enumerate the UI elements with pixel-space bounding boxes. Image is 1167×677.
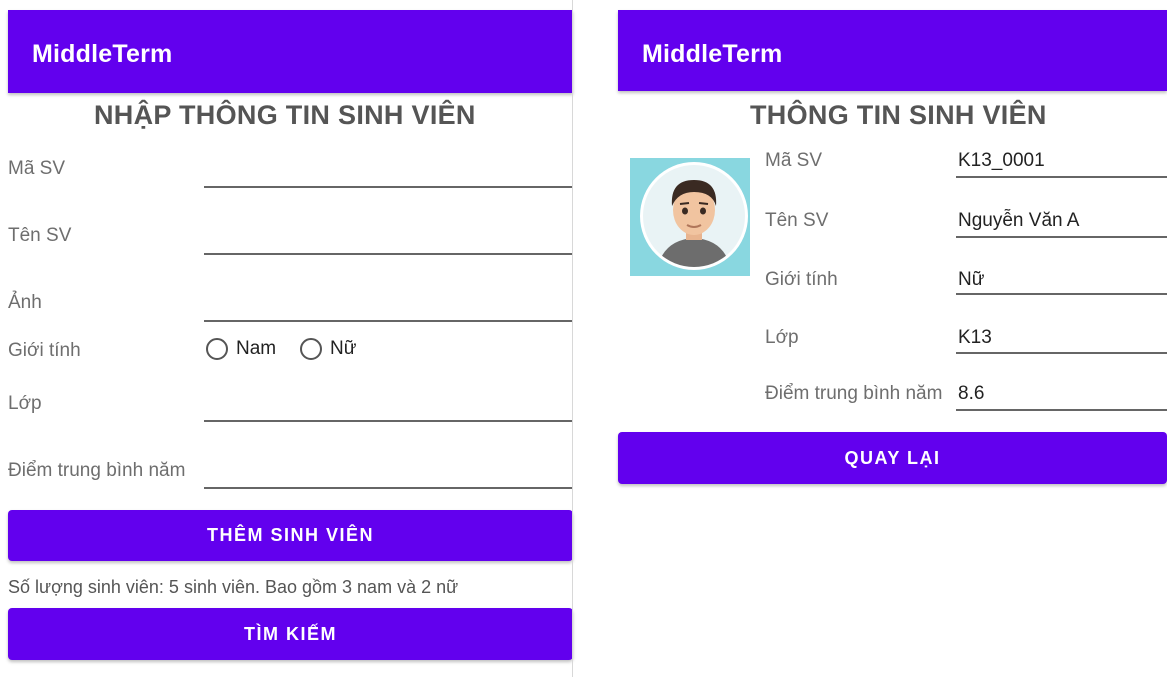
ten-sv-value: Nguyễn Văn A bbox=[958, 210, 1080, 231]
radio-circle-icon bbox=[300, 338, 322, 360]
ma-sv-input[interactable] bbox=[204, 186, 573, 188]
gioi-tinh-label: Giới tính bbox=[8, 340, 81, 361]
student-detail-screen: MiddleTerm THÔNG TIN SINH VIÊN Mã SV K13… bbox=[618, 0, 1167, 677]
gioi-tinh-label: Giới tính bbox=[765, 269, 838, 290]
diem-tb-value: 8.6 bbox=[958, 383, 985, 404]
input-student-screen: MiddleTerm NHẬP THÔNG TIN SINH VIÊN Mã S… bbox=[0, 0, 573, 677]
search-button[interactable]: TÌM KIẾM bbox=[8, 608, 573, 660]
lop-label: Lớp bbox=[765, 327, 799, 348]
radio-nu-label: Nữ bbox=[330, 338, 357, 359]
app-bar: MiddleTerm bbox=[618, 10, 1167, 91]
app-title: MiddleTerm bbox=[32, 40, 173, 68]
gioi-tinh-underline bbox=[956, 293, 1167, 295]
diem-tb-label: Điểm trung bình năm bbox=[8, 460, 186, 481]
diem-tb-label: Điểm trung bình năm bbox=[765, 383, 943, 404]
ma-sv-label: Mã SV bbox=[8, 158, 66, 179]
lop-value: K13 bbox=[958, 327, 992, 348]
screen-divider bbox=[572, 0, 573, 677]
radio-circle-icon bbox=[206, 338, 228, 360]
student-avatar bbox=[630, 158, 750, 276]
lop-underline bbox=[956, 352, 1167, 354]
anh-label: Ảnh bbox=[8, 292, 42, 313]
ten-sv-label: Tên SV bbox=[765, 210, 829, 231]
anh-input[interactable] bbox=[204, 320, 573, 322]
lop-input[interactable] bbox=[204, 420, 573, 422]
ma-sv-underline bbox=[956, 176, 1167, 178]
ten-sv-underline bbox=[956, 236, 1167, 238]
radio-nam[interactable]: Nam bbox=[206, 338, 276, 360]
ten-sv-label: Tên SV bbox=[8, 225, 72, 246]
ma-sv-label: Mã SV bbox=[765, 150, 823, 171]
add-student-button[interactable]: THÊM SINH VIÊN bbox=[8, 510, 573, 561]
diem-tb-underline bbox=[956, 409, 1167, 411]
avatar-icon bbox=[630, 158, 750, 276]
page-title: NHẬP THÔNG TIN SINH VIÊN bbox=[94, 100, 476, 130]
page-title: THÔNG TIN SINH VIÊN bbox=[750, 100, 1047, 130]
radio-nam-label: Nam bbox=[236, 338, 277, 359]
back-button[interactable]: QUAY LẠI bbox=[618, 432, 1167, 484]
lop-label: Lớp bbox=[8, 393, 42, 414]
diem-tb-input[interactable] bbox=[204, 487, 573, 489]
radio-nu[interactable]: Nữ bbox=[300, 338, 356, 360]
gioi-tinh-value: Nữ bbox=[958, 269, 985, 290]
app-title: MiddleTerm bbox=[642, 40, 783, 68]
ma-sv-value: K13_0001 bbox=[958, 150, 1045, 171]
ten-sv-input[interactable] bbox=[204, 253, 573, 255]
app-bar: MiddleTerm bbox=[8, 10, 573, 93]
student-count-summary: Số lượng sinh viên: 5 sinh viên. Bao gồm… bbox=[8, 577, 459, 597]
